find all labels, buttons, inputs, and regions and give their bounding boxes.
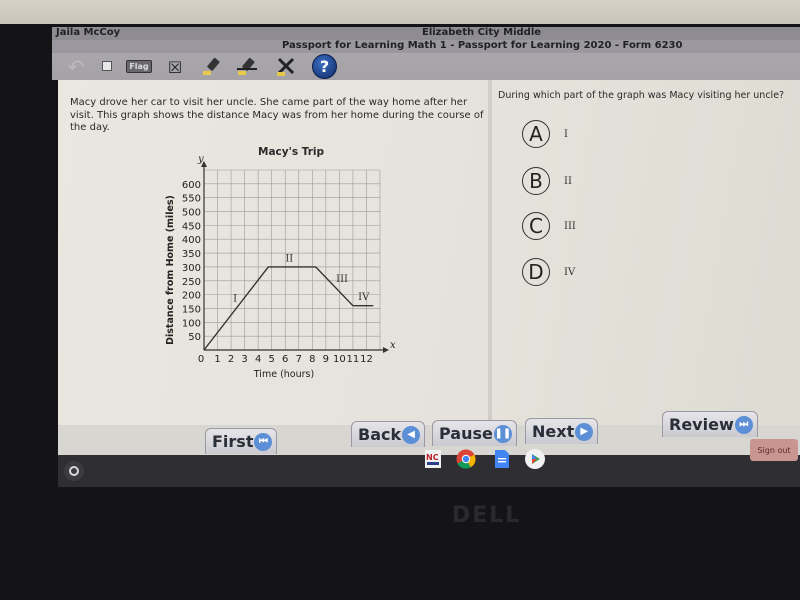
toolbar: ↶ Flag ☒ ? bbox=[52, 53, 800, 80]
choice-text-a: I bbox=[564, 128, 568, 140]
svg-text:NC: NC bbox=[426, 453, 439, 462]
x-tick-label: 3 bbox=[241, 354, 247, 365]
sign-out-button[interactable]: Sign out bbox=[750, 439, 798, 461]
macys-trip-chart: yx 501001502002503003504004505005506001 2… bbox=[165, 155, 396, 380]
y-axis-letter: y bbox=[197, 155, 204, 165]
y-tick-label: 450 bbox=[182, 221, 201, 232]
launcher-icon bbox=[69, 466, 79, 476]
skip-review-icon: ⏭ bbox=[734, 415, 753, 434]
x-tick-label: 5 bbox=[269, 354, 275, 365]
x-tick-label: 10 bbox=[333, 354, 346, 365]
x-tick-label: 8 bbox=[309, 354, 315, 365]
x-tick-label: 7 bbox=[296, 354, 302, 365]
x-tick-label: 2 bbox=[228, 354, 234, 365]
school-name: Elizabeth City Middle bbox=[422, 27, 542, 38]
pause-button[interactable]: Pause ❚❚ bbox=[432, 420, 517, 446]
help-button[interactable]: ? bbox=[312, 54, 337, 79]
x-axis-label: Time (hours) bbox=[253, 369, 314, 380]
y-tick-label: 50 bbox=[188, 332, 201, 343]
bezel bbox=[0, 0, 800, 24]
x-axis-arrow bbox=[383, 347, 389, 353]
highlighter-icon[interactable] bbox=[200, 56, 224, 78]
header-bar: Jaila McCoy Elizabeth City Middle bbox=[52, 27, 800, 40]
chart-annotations: IIIIIIIV bbox=[233, 253, 370, 304]
choice-c[interactable]: C III bbox=[522, 212, 576, 240]
choice-text-d: IV bbox=[564, 266, 576, 278]
form-title: Passport for Learning Math 1 - Passport … bbox=[282, 40, 683, 51]
eliminate-choice-icon[interactable]: ☒ bbox=[165, 56, 185, 78]
chart-axes: yx bbox=[197, 155, 396, 353]
choice-bubble-a[interactable]: A bbox=[522, 120, 550, 148]
y-tick-label: 300 bbox=[182, 263, 201, 274]
skip-first-icon: ⏮ bbox=[254, 432, 273, 451]
dell-logo: DELL bbox=[452, 503, 522, 528]
x-tick-label: 1 bbox=[214, 354, 220, 365]
choice-d[interactable]: D IV bbox=[522, 258, 575, 286]
y-tick-label: 500 bbox=[182, 208, 201, 219]
question-prompt: During which part of the graph was Macy … bbox=[498, 90, 785, 101]
choice-bubble-c[interactable]: C bbox=[522, 212, 550, 240]
choice-a[interactable]: A I bbox=[522, 120, 568, 148]
y-tick-label: 600 bbox=[182, 180, 201, 191]
pause-icon: ❚❚ bbox=[493, 424, 512, 443]
segment-label: I bbox=[233, 294, 237, 305]
play-store-icon[interactable] bbox=[525, 449, 545, 469]
back-arrow-icon: ◀ bbox=[402, 425, 421, 444]
choice-b[interactable]: B II bbox=[522, 167, 572, 195]
choice-bubble-d[interactable]: D bbox=[522, 258, 550, 286]
flag-checkbox[interactable] bbox=[102, 61, 112, 71]
student-name: Jaila McCoy bbox=[56, 27, 121, 38]
choice-text-b: II bbox=[564, 175, 572, 187]
first-button[interactable]: First ⏮ bbox=[205, 428, 278, 454]
review-button[interactable]: Review ⏭ bbox=[662, 411, 758, 437]
x-tick-label: 4 bbox=[255, 354, 261, 365]
next-label: Next bbox=[532, 422, 575, 441]
y-tick-label: 400 bbox=[182, 235, 201, 246]
y-tick-label: 200 bbox=[182, 291, 201, 302]
nc-testing-app-icon[interactable]: NC bbox=[423, 449, 443, 469]
flag-button[interactable]: Flag bbox=[126, 60, 152, 73]
y-tick-label: 350 bbox=[182, 249, 201, 260]
first-label: First bbox=[212, 432, 254, 451]
panel-divider bbox=[488, 80, 492, 425]
x-tick-label: 6 bbox=[282, 354, 288, 365]
undo-arrow-icon[interactable]: ↶ bbox=[64, 55, 88, 79]
x-tick-label: 9 bbox=[323, 354, 329, 365]
back-label: Back bbox=[358, 425, 402, 444]
segment-label: III bbox=[336, 274, 348, 285]
launcher-button[interactable] bbox=[64, 461, 84, 481]
x-axis-letter: x bbox=[390, 340, 396, 351]
back-button[interactable]: Back ◀ bbox=[351, 421, 426, 447]
google-docs-icon[interactable] bbox=[492, 449, 512, 469]
strikethrough-highlighter-icon[interactable] bbox=[235, 56, 259, 78]
x-tick-label: 11 bbox=[347, 354, 360, 365]
y-tick-label: 100 bbox=[182, 318, 201, 329]
segment-label: II bbox=[285, 253, 293, 264]
segment-label: IV bbox=[358, 292, 370, 303]
choice-bubble-b[interactable]: B bbox=[522, 167, 550, 195]
y-tick-label: 150 bbox=[182, 304, 201, 315]
origin-label: 0 bbox=[198, 354, 204, 365]
pause-label: Pause bbox=[439, 424, 493, 443]
next-arrow-icon: ▶ bbox=[575, 422, 594, 441]
review-label: Review bbox=[669, 415, 734, 434]
form-title-bar: Passport for Learning Math 1 - Passport … bbox=[52, 40, 800, 53]
x-tick-label: 12 bbox=[360, 354, 373, 365]
question-stem: Macy drove her car to visit her uncle. S… bbox=[70, 97, 484, 133]
chrome-icon[interactable] bbox=[456, 449, 476, 469]
next-button[interactable]: Next ▶ bbox=[525, 418, 599, 444]
y-tick-label: 550 bbox=[182, 194, 201, 205]
y-axis-label: Distance from Home (miles) bbox=[165, 195, 176, 345]
y-tick-label: 250 bbox=[182, 277, 201, 288]
choice-text-c: III bbox=[564, 220, 576, 232]
chart-ticks: 501001502002503003504004505005506001 2 3 4 5… bbox=[182, 180, 373, 365]
clear-highlights-icon[interactable] bbox=[274, 56, 298, 78]
